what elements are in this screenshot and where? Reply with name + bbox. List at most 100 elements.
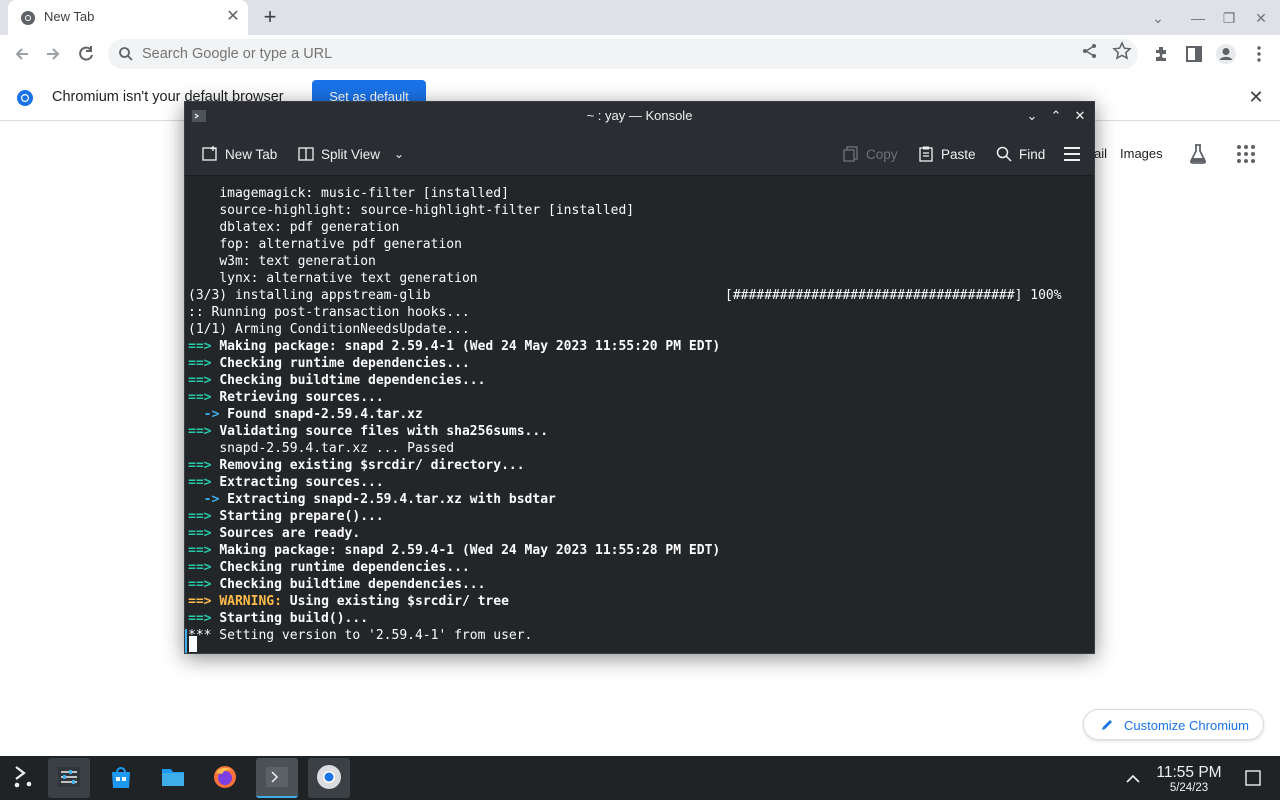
hamburger-menu-icon[interactable] — [1062, 146, 1082, 162]
line-text: snapd-2.59.4.tar.xz ... Passed — [219, 441, 455, 456]
back-icon[interactable] — [9, 41, 35, 67]
apps-grid-icon[interactable] — [1234, 142, 1258, 166]
terminal-line: ==> Starting prepare()... — [188, 508, 384, 525]
progress-bar-text: [####################################] 1… — [725, 288, 1062, 303]
sub-arrow-marker: -> — [188, 492, 220, 507]
warning-arrow-marker: ==> — [188, 594, 212, 609]
show-desktop-icon[interactable] — [1244, 769, 1262, 787]
terminal-line: source-highlight: source-highlight-filte… — [188, 202, 634, 219]
line-text: (3/3) installing appstream-glib — [188, 288, 431, 303]
system-settings-app[interactable] — [48, 758, 90, 798]
line-text: Validating source files with sha256sums.… — [219, 424, 549, 439]
line-text: dblatex: pdf generation — [219, 220, 400, 235]
copy-label: Copy — [866, 146, 898, 162]
pencil-icon — [1102, 720, 1112, 730]
new-tab-button[interactable]: + — [258, 6, 282, 30]
customize-label: Customize Chromium — [1124, 718, 1249, 733]
bookmark-star-icon[interactable] — [1112, 41, 1132, 61]
chromium-icon — [21, 11, 35, 25]
paste-button[interactable]: Paste — [917, 144, 976, 164]
konsole-close-icon[interactable]: ✕ — [1071, 107, 1089, 125]
app-launcher-button[interactable] — [2, 758, 44, 798]
konsole-window: ~ : yay — Konsole ⌄ ⌃ ✕ New Tab Split Vi… — [184, 101, 1095, 654]
infobar-close-icon[interactable]: ✕ — [1246, 87, 1266, 107]
minimize-icon[interactable]: — — [1188, 8, 1208, 28]
line-text: Removing existing $srcdir/ directory... — [219, 458, 525, 473]
chromium-app[interactable] — [308, 758, 350, 798]
arrow-marker: ==> — [188, 526, 212, 541]
arrow-marker: ==> — [188, 611, 212, 626]
tab-close-icon[interactable]: ✕ — [224, 8, 242, 26]
line-text: :: Running post-transaction hooks... — [188, 305, 470, 320]
tab-search-icon[interactable]: ⌄ — [1148, 8, 1168, 28]
line-text: (1/1) Arming ConditionNeedsUpdate... — [188, 322, 470, 337]
terminal-mark-line — [185, 629, 187, 653]
find-button[interactable]: Find — [995, 144, 1045, 164]
firefox-icon — [214, 766, 236, 788]
konsole-minimize-icon[interactable]: ⌄ — [1023, 107, 1041, 125]
terminal-line: ==> Checking buildtime dependencies... — [188, 372, 485, 389]
dolphin-file-manager-app[interactable] — [152, 758, 194, 798]
menu-dots-icon[interactable] — [1248, 43, 1270, 65]
konsole-title: ~ : yay — Konsole — [586, 108, 693, 123]
settings-sliders-icon — [58, 767, 80, 787]
clock-time[interactable]: 11:55 PM — [1148, 764, 1230, 782]
extensions-icon[interactable] — [1151, 43, 1173, 65]
terminal-line: -> Found snapd-2.59.4.tar.xz — [188, 406, 423, 423]
sub-arrow-marker: -> — [188, 407, 220, 422]
window-close-icon[interactable]: ✕ — [1251, 8, 1271, 28]
line-text: imagemagick: music-filter [installed] — [219, 186, 509, 201]
terminal-line: ==> Checking runtime dependencies... — [188, 559, 470, 576]
line-text: Checking runtime dependencies... — [219, 560, 470, 575]
terminal-line: ==> WARNING: Using existing $srcdir/ tre… — [188, 593, 509, 610]
labs-flask-icon[interactable] — [1186, 142, 1210, 166]
share-icon[interactable] — [1080, 41, 1100, 61]
line-text: Checking buildtime dependencies... — [219, 373, 486, 388]
terminal-line: (3/3) installing appstream-glib — [188, 287, 431, 304]
arrow-marker: ==> — [188, 390, 212, 405]
konsole-app[interactable] — [256, 758, 298, 798]
gmail-link[interactable]: ail — [1094, 146, 1107, 161]
folder-icon — [162, 769, 184, 786]
clock-date[interactable]: 5/24/23 — [1148, 782, 1230, 794]
reload-icon[interactable] — [73, 41, 99, 67]
terminal-line: ==> Checking buildtime dependencies... — [188, 576, 485, 593]
line-text: Found snapd-2.59.4.tar.xz — [227, 407, 423, 422]
images-link[interactable]: Images — [1120, 146, 1163, 161]
tab-title: New Tab — [44, 9, 95, 24]
forward-icon[interactable] — [40, 41, 66, 67]
line-text: Checking buildtime dependencies... — [219, 577, 486, 592]
terminal-line: -> Extracting snapd-2.59.4.tar.xz with b… — [188, 491, 556, 508]
line-text: fop: alternative pdf generation — [219, 237, 462, 252]
browser-toolbar — [0, 35, 1280, 73]
tab-strip: New Tab ✕ + ⌄ — ❐ ✕ — [0, 0, 1280, 35]
discover-app[interactable] — [100, 758, 142, 798]
omnibox[interactable] — [108, 39, 1138, 69]
arrow-marker: ==> — [188, 509, 212, 524]
restore-icon[interactable]: ❐ — [1219, 8, 1239, 28]
split-view-chevron-icon: ⌄ — [394, 147, 405, 161]
firefox-app[interactable] — [204, 758, 246, 798]
customize-chromium-button[interactable]: Customize Chromium — [1083, 709, 1264, 740]
konsole-maximize-icon[interactable]: ⌃ — [1047, 107, 1065, 125]
split-view-button[interactable]: Split View ⌄ — [297, 144, 404, 164]
konsole-new-tab-button[interactable]: New Tab — [201, 144, 277, 164]
terminal-icon — [266, 767, 288, 787]
side-panel-icon[interactable] — [1183, 43, 1205, 65]
profile-avatar-icon[interactable] — [1215, 43, 1237, 65]
store-bag-icon — [112, 767, 130, 788]
konsole-titlebar[interactable]: ~ : yay — Konsole ⌄ ⌃ ✕ — [185, 102, 1094, 130]
line-text: Making package: snapd 2.59.4-1 (Wed 24 M… — [219, 339, 721, 354]
terminal-line: ==> Making package: snapd 2.59.4-1 (Wed … — [188, 542, 720, 559]
terminal-line: snapd-2.59.4.tar.xz ... Passed — [188, 440, 454, 457]
line-text: Starting prepare()... — [219, 509, 384, 524]
line-text: Extracting snapd-2.59.4.tar.xz with bsdt… — [227, 492, 556, 507]
arrow-marker: ==> — [188, 458, 212, 473]
terminal-output[interactable]: [####################################] 1… — [185, 177, 1094, 653]
arrow-marker: ==> — [188, 560, 212, 575]
tray-expand-icon[interactable] — [1124, 770, 1142, 788]
tab-new-tab[interactable]: New Tab ✕ — [8, 0, 248, 35]
copy-button[interactable]: Copy — [842, 144, 898, 164]
split-view-icon — [298, 147, 314, 161]
omnibox-input[interactable] — [142, 39, 1042, 69]
